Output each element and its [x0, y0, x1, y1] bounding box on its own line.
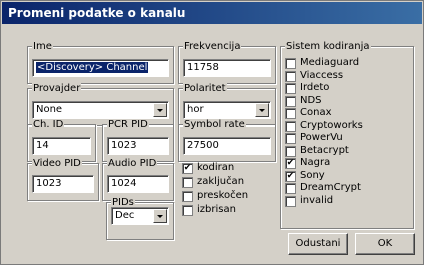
encryption-system-label: PowerVu [300, 132, 343, 143]
encryption-system-label: Nagra [300, 157, 331, 168]
encryption-system-label: Sony [300, 169, 325, 181]
symbol-rate-input[interactable]: 27500 [183, 137, 271, 155]
encryption-system-label: DreamCrypt [300, 182, 361, 193]
ok-button[interactable]: OK [355, 233, 415, 255]
frekvencija-input[interactable]: 11758 [183, 59, 271, 77]
encryption-system-label: Viaccess [300, 69, 344, 81]
ch-id-input[interactable]: 14 [32, 137, 91, 155]
encryption-system-label: Betacrypt [300, 144, 349, 156]
encryption-system-checkbox[interactable] [285, 108, 296, 119]
encryption-system-checkbox[interactable] [285, 70, 296, 82]
encryption-system-label: Irdeto [300, 82, 330, 93]
provajder-select[interactable]: None [32, 101, 169, 119]
pids-value: Dec [115, 210, 135, 221]
chevron-down-icon[interactable] [153, 103, 167, 117]
dialog-client: Ime <Discovery> Channel Frekvencija 1175… [2, 24, 422, 264]
encryption-system-checkbox[interactable] [285, 95, 296, 107]
ime-input[interactable]: <Discovery> Channel [32, 59, 169, 77]
encryption-system-label: Mediaguard [300, 57, 360, 68]
flag-label: zaključan [197, 176, 245, 187]
encryption-system-checkbox[interactable] [285, 133, 296, 144]
encryption-system-checkbox[interactable] [285, 183, 296, 194]
video-pid-label: Video PID [32, 158, 82, 170]
provajder-value: None [36, 104, 63, 115]
frekvencija-label: Frekvencija [183, 41, 242, 53]
encryption-system-checkbox[interactable] [285, 83, 296, 94]
encryption-system-checkbox[interactable] [285, 145, 296, 157]
pcr-pid-input[interactable]: 1023 [107, 137, 169, 155]
audio-pid-label: Audio PID [107, 158, 158, 170]
pids-select[interactable]: Dec [111, 207, 169, 225]
encryption-system-checkbox[interactable] [285, 58, 296, 69]
flag-checkbox[interactable]: ✔ [182, 163, 193, 174]
chevron-down-icon[interactable] [153, 209, 167, 223]
encryption-system-label: Cryptoworks [300, 119, 363, 131]
edit-channel-dialog: Promeni podatke o kanalu Ime <Discovery>… [0, 0, 424, 265]
polaritet-value: hor [187, 104, 204, 115]
pcr-pid-label: PCR PID [107, 119, 149, 131]
encryption-system-checkbox[interactable] [285, 195, 296, 207]
flag-checkbox[interactable] [182, 191, 193, 202]
ime-label: Ime [32, 41, 53, 53]
flag-checkbox[interactable] [182, 177, 193, 188]
encryption-system-label: Conax [300, 107, 332, 118]
title-bar[interactable]: Promeni podatke o kanalu [2, 2, 422, 24]
flag-checkbox[interactable] [182, 205, 193, 216]
video-pid-input[interactable]: 1023 [32, 175, 94, 193]
polaritet-label: Polaritet [183, 83, 227, 95]
cancel-button[interactable]: Odustani [288, 233, 348, 255]
encryption-system-label: invalid [300, 194, 334, 206]
provajder-label: Provajder [32, 83, 82, 95]
encryption-system-label: NDS [300, 94, 322, 106]
flag-label: preskočen [197, 190, 249, 201]
ime-value: <Discovery> Channel [34, 61, 150, 74]
polaritet-select[interactable]: hor [183, 101, 271, 119]
flag-label: izbrisan [197, 204, 236, 215]
flag-label: kodiran [197, 162, 235, 173]
chevron-down-icon[interactable] [255, 103, 269, 117]
ch-id-label: Ch. ID [32, 119, 65, 131]
encryption-system-checkbox[interactable]: ✔ [285, 170, 296, 182]
symbol-rate-label: Symbol rate [183, 119, 246, 131]
encryption-system-checkbox[interactable] [285, 120, 296, 132]
encryption-system-checkbox[interactable]: ✔ [285, 158, 296, 169]
audio-pid-input[interactable]: 1024 [107, 175, 169, 193]
window-title: Promeni podatke o kanalu [8, 6, 186, 20]
encryption-label: Sistem kodiranja [285, 41, 371, 53]
